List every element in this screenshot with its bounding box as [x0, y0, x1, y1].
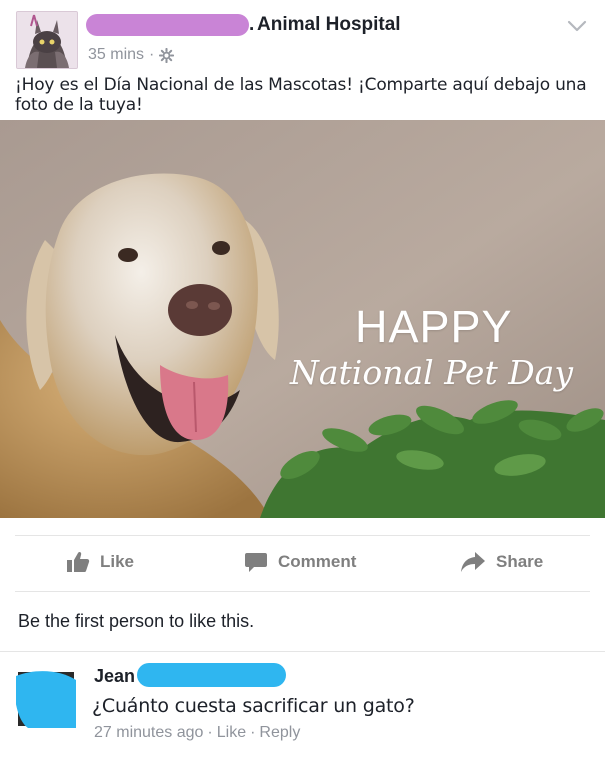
meta-separator: · — [149, 46, 155, 63]
gear-icon[interactable] — [159, 47, 175, 63]
share-label: Share — [496, 552, 544, 571]
comment-button[interactable]: Comment — [244, 538, 356, 586]
divider — [15, 535, 590, 536]
comment-time[interactable]: 27 minutes ago — [94, 723, 203, 743]
redacted-commenter-name — [137, 663, 286, 687]
post-header: . Animal Hospital 35 mins · — [0, 0, 605, 70]
meta-separator: · — [207, 724, 213, 741]
divider — [15, 591, 590, 592]
post-image[interactable] — [0, 120, 605, 518]
thumbs-up-icon — [67, 551, 90, 572]
likes-summary: Be the first person to like this. — [18, 611, 255, 631]
comment-reply-link[interactable]: Reply — [259, 723, 300, 743]
image-caption-national-pet-day: National Pet Day — [290, 353, 573, 392]
comment-like-link[interactable]: Like — [217, 723, 246, 743]
chevron-down-icon[interactable] — [566, 18, 588, 34]
image-caption-happy: HAPPY — [355, 301, 513, 352]
post-meta: 35 mins · — [88, 46, 175, 64]
commenter-name[interactable]: Jean — [94, 665, 135, 687]
dog-photo — [0, 120, 605, 518]
comment-meta: 27 minutes ago · Like · Reply — [94, 723, 300, 743]
page-avatar[interactable] — [16, 11, 78, 69]
comment-label: Comment — [278, 552, 357, 571]
like-label: Like — [100, 552, 135, 571]
comment-icon — [245, 553, 267, 572]
page-name[interactable]: Animal Hospital — [257, 14, 401, 36]
like-button[interactable]: Like — [66, 538, 134, 586]
post-timestamp[interactable]: 35 mins — [88, 46, 144, 64]
page-name-fragment: . — [249, 14, 255, 35]
comment-text: ¿Cuánto cuesta sacrificar un gato? — [92, 695, 415, 717]
action-bar: Like Comment Share — [0, 538, 605, 586]
share-icon — [461, 552, 485, 572]
cat-avatar-image — [17, 12, 77, 68]
post-text: ¡Hoy es el Día Nacional de las Mascotas!… — [15, 75, 587, 115]
share-button[interactable]: Share — [460, 538, 543, 586]
meta-separator: · — [250, 724, 256, 741]
redacted-page-name — [86, 14, 249, 36]
divider — [0, 651, 605, 652]
commenter-avatar[interactable] — [16, 670, 76, 728]
